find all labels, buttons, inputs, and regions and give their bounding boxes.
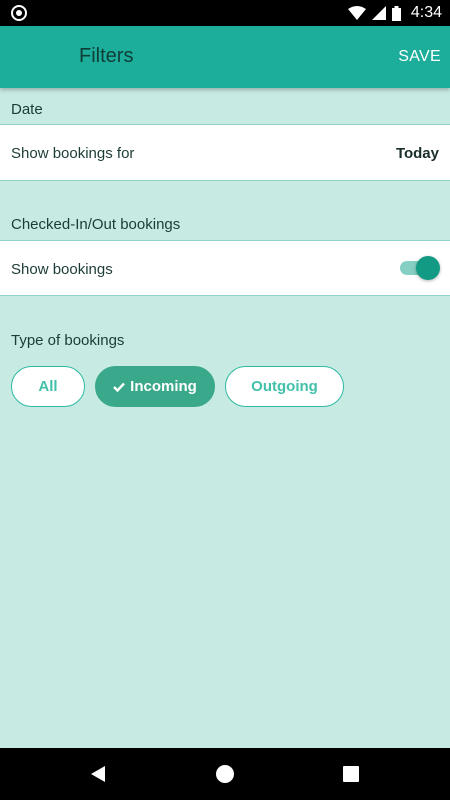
- chip-incoming[interactable]: Incoming: [95, 366, 215, 407]
- chip-incoming-label: Incoming: [130, 378, 197, 395]
- record-icon: [11, 5, 27, 21]
- show-bookings-row[interactable]: Show bookings: [0, 240, 450, 296]
- chip-all-label: All: [38, 378, 58, 395]
- signal-icon: [371, 6, 386, 20]
- checkmark-icon: [113, 382, 126, 392]
- show-bookings-for-row[interactable]: Show bookings for Today: [0, 124, 450, 181]
- status-bar: 4:34: [0, 0, 450, 26]
- page-title: Filters: [79, 45, 134, 67]
- back-icon[interactable]: [87, 762, 111, 786]
- app-bar: Filters SAVE: [0, 26, 450, 88]
- chip-outgoing-label: Outgoing: [251, 378, 318, 395]
- show-bookings-label: Show bookings: [11, 261, 113, 278]
- section-header-type: Type of bookings: [11, 332, 125, 349]
- section-header-checked: Checked-In/Out bookings: [11, 216, 181, 233]
- navigation-bar: [0, 748, 450, 800]
- save-button[interactable]: SAVE: [398, 48, 441, 66]
- section-header-date: Date: [11, 101, 43, 118]
- recents-icon[interactable]: [339, 762, 363, 786]
- status-icons: 4:34: [347, 0, 442, 26]
- date-value[interactable]: Today: [396, 145, 439, 162]
- show-bookings-toggle[interactable]: [400, 256, 440, 280]
- chip-outgoing[interactable]: Outgoing: [225, 366, 344, 407]
- toggle-thumb: [416, 256, 440, 280]
- show-bookings-for-label: Show bookings for: [11, 145, 135, 162]
- wifi-icon: [347, 6, 366, 20]
- clock: 4:34: [410, 4, 442, 21]
- battery-icon: [391, 5, 401, 21]
- home-icon[interactable]: [213, 762, 237, 786]
- chip-all[interactable]: All: [11, 366, 85, 407]
